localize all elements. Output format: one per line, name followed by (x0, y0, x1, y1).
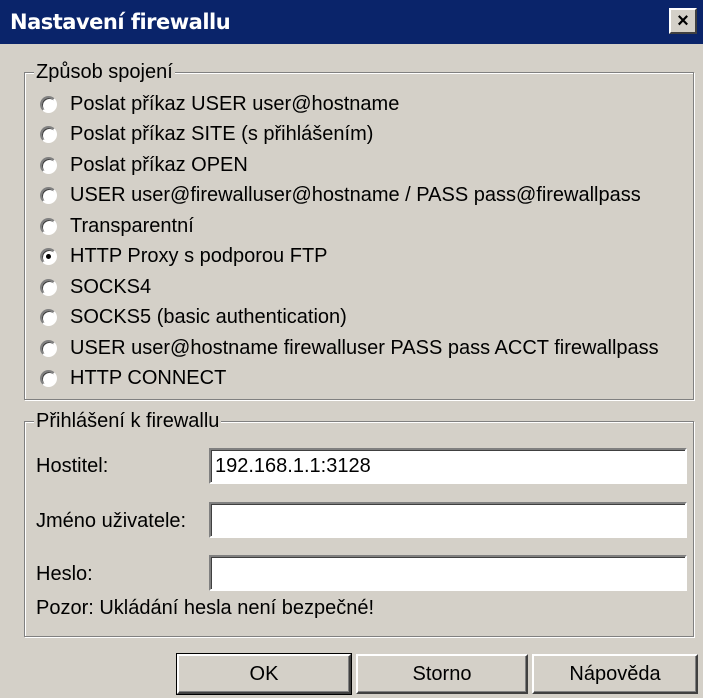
radio-label: HTTP Proxy s podporou FTP (70, 244, 328, 267)
host-input[interactable] (209, 448, 687, 484)
title-bar: Nastavení firewallu × (0, 0, 703, 44)
host-label: Hostitel: (36, 455, 109, 477)
radio-button[interactable] (40, 156, 57, 174)
radio-button[interactable] (40, 308, 57, 326)
radio-button[interactable] (40, 339, 57, 357)
radio-label: HTTP CONNECT (70, 366, 227, 389)
radio-user-acct[interactable]: USER user@hostname firewalluser PASS pas… (40, 333, 659, 363)
radio-label: SOCKS4 (70, 275, 152, 298)
help-button[interactable]: Nápověda (532, 654, 698, 694)
cancel-button[interactable]: Storno (356, 654, 528, 694)
radio-label: Transparentní (70, 214, 194, 237)
radio-send-site[interactable]: Poslat příkaz SITE (s přihlášením) (40, 119, 373, 149)
radio-button[interactable] (40, 278, 57, 296)
radio-label: USER user@firewalluser@hostname / PASS p… (70, 183, 641, 206)
radio-send-user[interactable]: Poslat příkaz USER user@hostname (40, 89, 399, 119)
radio-button-selected[interactable] (40, 247, 57, 265)
radio-user-firewalluser[interactable]: USER user@firewalluser@hostname / PASS p… (40, 180, 641, 210)
username-label: Jméno uživatele: (36, 510, 187, 532)
password-input[interactable] (209, 555, 687, 591)
radio-http-proxy[interactable]: HTTP Proxy s podporou FTP (40, 241, 328, 271)
radio-button[interactable] (40, 186, 57, 204)
radio-button[interactable] (40, 95, 57, 113)
radio-button[interactable] (40, 125, 57, 143)
radio-label: USER user@hostname firewalluser PASS pas… (70, 336, 659, 359)
close-button[interactable]: × (669, 8, 697, 34)
close-icon: × (677, 10, 689, 32)
firewall-login-group-label: Přihlášení k firewallu (34, 410, 222, 432)
ok-button[interactable]: OK (176, 653, 352, 695)
radio-send-open[interactable]: Poslat příkaz OPEN (40, 150, 248, 180)
radio-button[interactable] (40, 369, 57, 387)
radio-label: Poslat příkaz OPEN (70, 153, 248, 176)
username-input[interactable] (209, 502, 687, 538)
radio-label: Poslat příkaz USER user@hostname (70, 92, 400, 115)
connection-method-group-label: Způsob spojení (34, 61, 175, 83)
password-warning: Pozor: Ukládání hesla není bezpečné! (36, 597, 374, 619)
radio-label: SOCKS5 (basic authentication) (70, 305, 347, 328)
radio-socks5[interactable]: SOCKS5 (basic authentication) (40, 302, 347, 332)
window-title: Nastavení firewallu (10, 10, 231, 34)
radio-http-connect[interactable]: HTTP CONNECT (40, 363, 226, 393)
radio-label: Poslat příkaz SITE (s přihlášením) (70, 122, 374, 145)
password-label: Heslo: (36, 563, 93, 585)
radio-transparent[interactable]: Transparentní (40, 211, 194, 241)
radio-socks4[interactable]: SOCKS4 (40, 272, 151, 302)
radio-button[interactable] (40, 217, 57, 235)
